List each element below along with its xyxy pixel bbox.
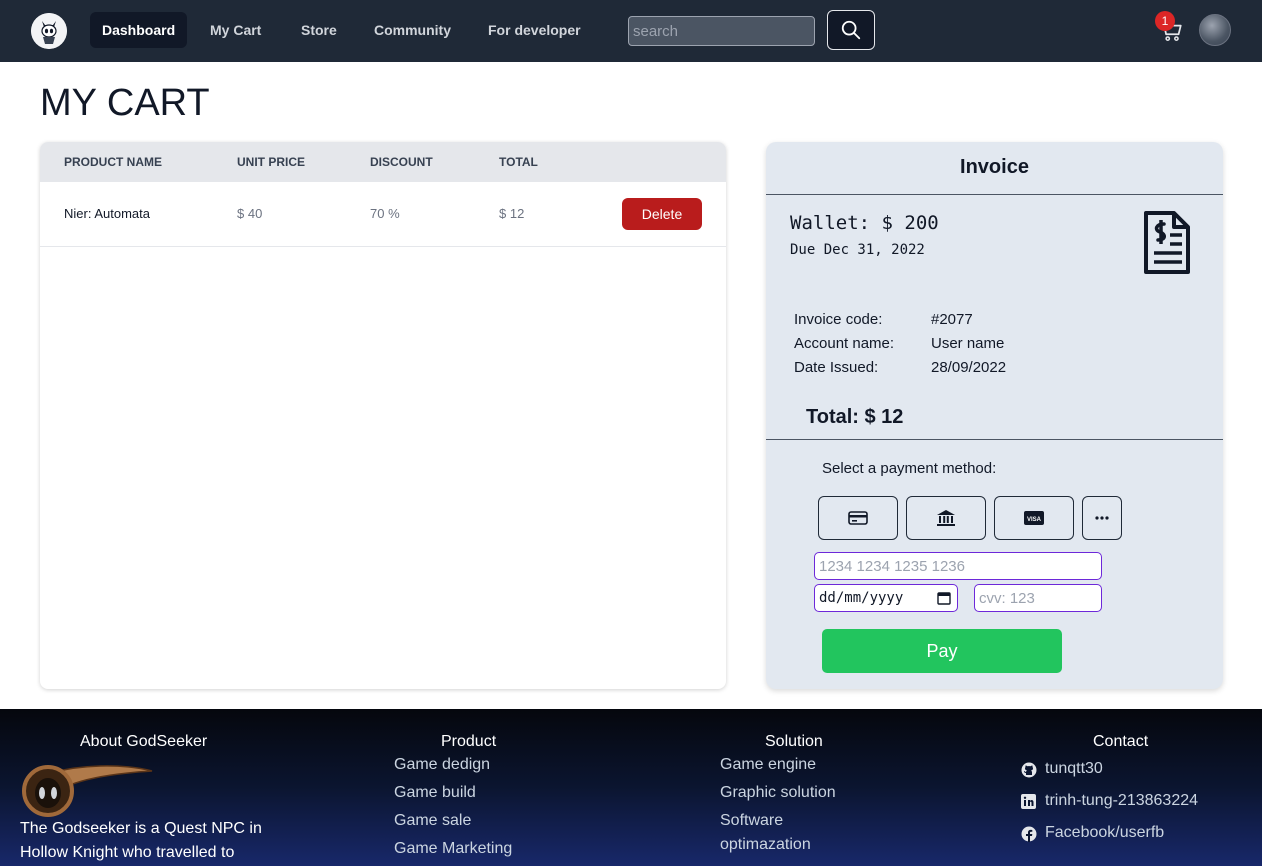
footer-product-title: Product [441,733,497,750]
column-header-discount: DISCOUNT [370,155,433,169]
page-title: MY CART [40,82,210,124]
column-header-unit-price: UNIT PRICE [237,155,306,169]
visa-icon: VISA [1024,511,1044,525]
credit-card-icon [848,511,868,525]
search-input[interactable] [628,16,815,46]
svg-text:VISA: VISA [1027,517,1042,523]
footer-about-text-line-1: The Godseeker is a Quest NPC in [20,820,262,837]
footer-link-game-design[interactable]: Game dedign [394,756,490,774]
footer-contact-title: Contact [1093,733,1149,750]
footer-link-game-build[interactable]: Game build [394,784,476,802]
divider [766,194,1223,195]
wallet-balance: Wallet: $ 200 [790,212,939,234]
credit-card-method-button[interactable] [818,496,898,540]
total-cell: $ 12 [499,206,525,221]
nav-my-cart[interactable]: My Cart [198,12,273,48]
column-header-product-name: PRODUCT NAME [64,155,162,169]
footer-link-game-engine[interactable]: Game engine [720,756,816,774]
invoice-total: Total: $ 12 [806,406,904,428]
footer-about-text-line-2: Hollow Knight who travelled to [20,844,235,861]
facebook-icon [1021,826,1037,842]
date-issued-label: Date Issued: [794,359,879,376]
godseeker-image [22,765,153,817]
unit-price-cell: $ 40 [237,206,263,221]
visa-method-button[interactable]: VISA [994,496,1074,540]
account-name-value: User name [931,335,1005,352]
delete-button[interactable]: Delete [622,198,702,230]
discount-cell: 70 % [370,206,400,221]
nav-dashboard[interactable]: Dashboard [90,12,188,48]
cart-table: PRODUCT NAME UNIT PRICE DISCOUNT TOTAL N… [40,142,726,689]
bank-icon [937,510,955,526]
hollow-knight-logo-icon[interactable] [31,13,67,49]
invoice-code-value: #2077 [931,311,973,328]
expiry-date-value: dd/mm/yyyy [819,590,904,606]
more-icon [1095,516,1109,520]
invoice-document-icon [1144,211,1190,274]
footer-about-title: About GodSeeker [80,733,208,750]
search-button[interactable] [827,10,875,50]
payment-method-label: Select a payment method: [822,460,997,477]
user-avatar[interactable] [1199,14,1231,46]
due-date: Due Dec 31, 2022 [790,242,925,258]
expiry-date-input[interactable]: dd/mm/yyyy [814,584,958,612]
invoice-title: Invoice [960,156,1029,178]
footer-link-game-sale[interactable]: Game sale [394,812,471,830]
more-methods-button[interactable] [1082,496,1122,540]
table-row: Nier: Automata $ 40 70 % $ 12 Delete [40,182,726,247]
footer: About GodSeeker The Godseeker is a Quest… [0,709,1262,866]
linkedin-handle: trinh-tung-213863224 [1045,792,1199,809]
invoice-panel: Invoice Wallet: $ 200 Due Dec 31, 2022 I… [766,142,1223,689]
nav-store[interactable]: Store [289,12,349,48]
date-issued-value: 28/09/2022 [931,359,1007,376]
footer-link-graphic-solution[interactable]: Graphic solution [720,784,836,802]
account-name-label: Account name: [794,335,895,352]
product-name-cell: Nier: Automata [64,206,150,221]
github-handle: tunqtt30 [1045,760,1103,777]
linkedin-icon [1021,794,1036,809]
footer-link-game-marketing[interactable]: Game Marketing [394,840,512,858]
cart-table-header: PRODUCT NAME UNIT PRICE DISCOUNT TOTAL [40,142,726,182]
cart-count-badge: 1 [1155,11,1175,31]
top-navbar: Dashboard My Cart Store Community For de… [0,0,1262,62]
cvv-input[interactable] [974,584,1102,612]
github-icon [1021,762,1037,778]
nav-community[interactable]: Community [362,12,463,48]
divider [766,439,1223,440]
facebook-handle: Facebook/userfb [1045,824,1165,841]
search-icon [841,20,861,40]
nav-for-developer[interactable]: For developer [476,12,593,48]
footer-solution-title: Solution [765,733,823,750]
invoice-code-label: Invoice code: [794,311,883,328]
calendar-icon[interactable] [937,591,951,605]
card-number-input[interactable] [814,552,1102,580]
column-header-total: TOTAL [499,155,538,169]
footer-link-software[interactable]: Software [720,812,783,830]
bank-transfer-method-button[interactable] [906,496,986,540]
pay-button[interactable]: Pay [822,629,1062,673]
footer-link-optimization[interactable]: optimazation [720,836,811,854]
